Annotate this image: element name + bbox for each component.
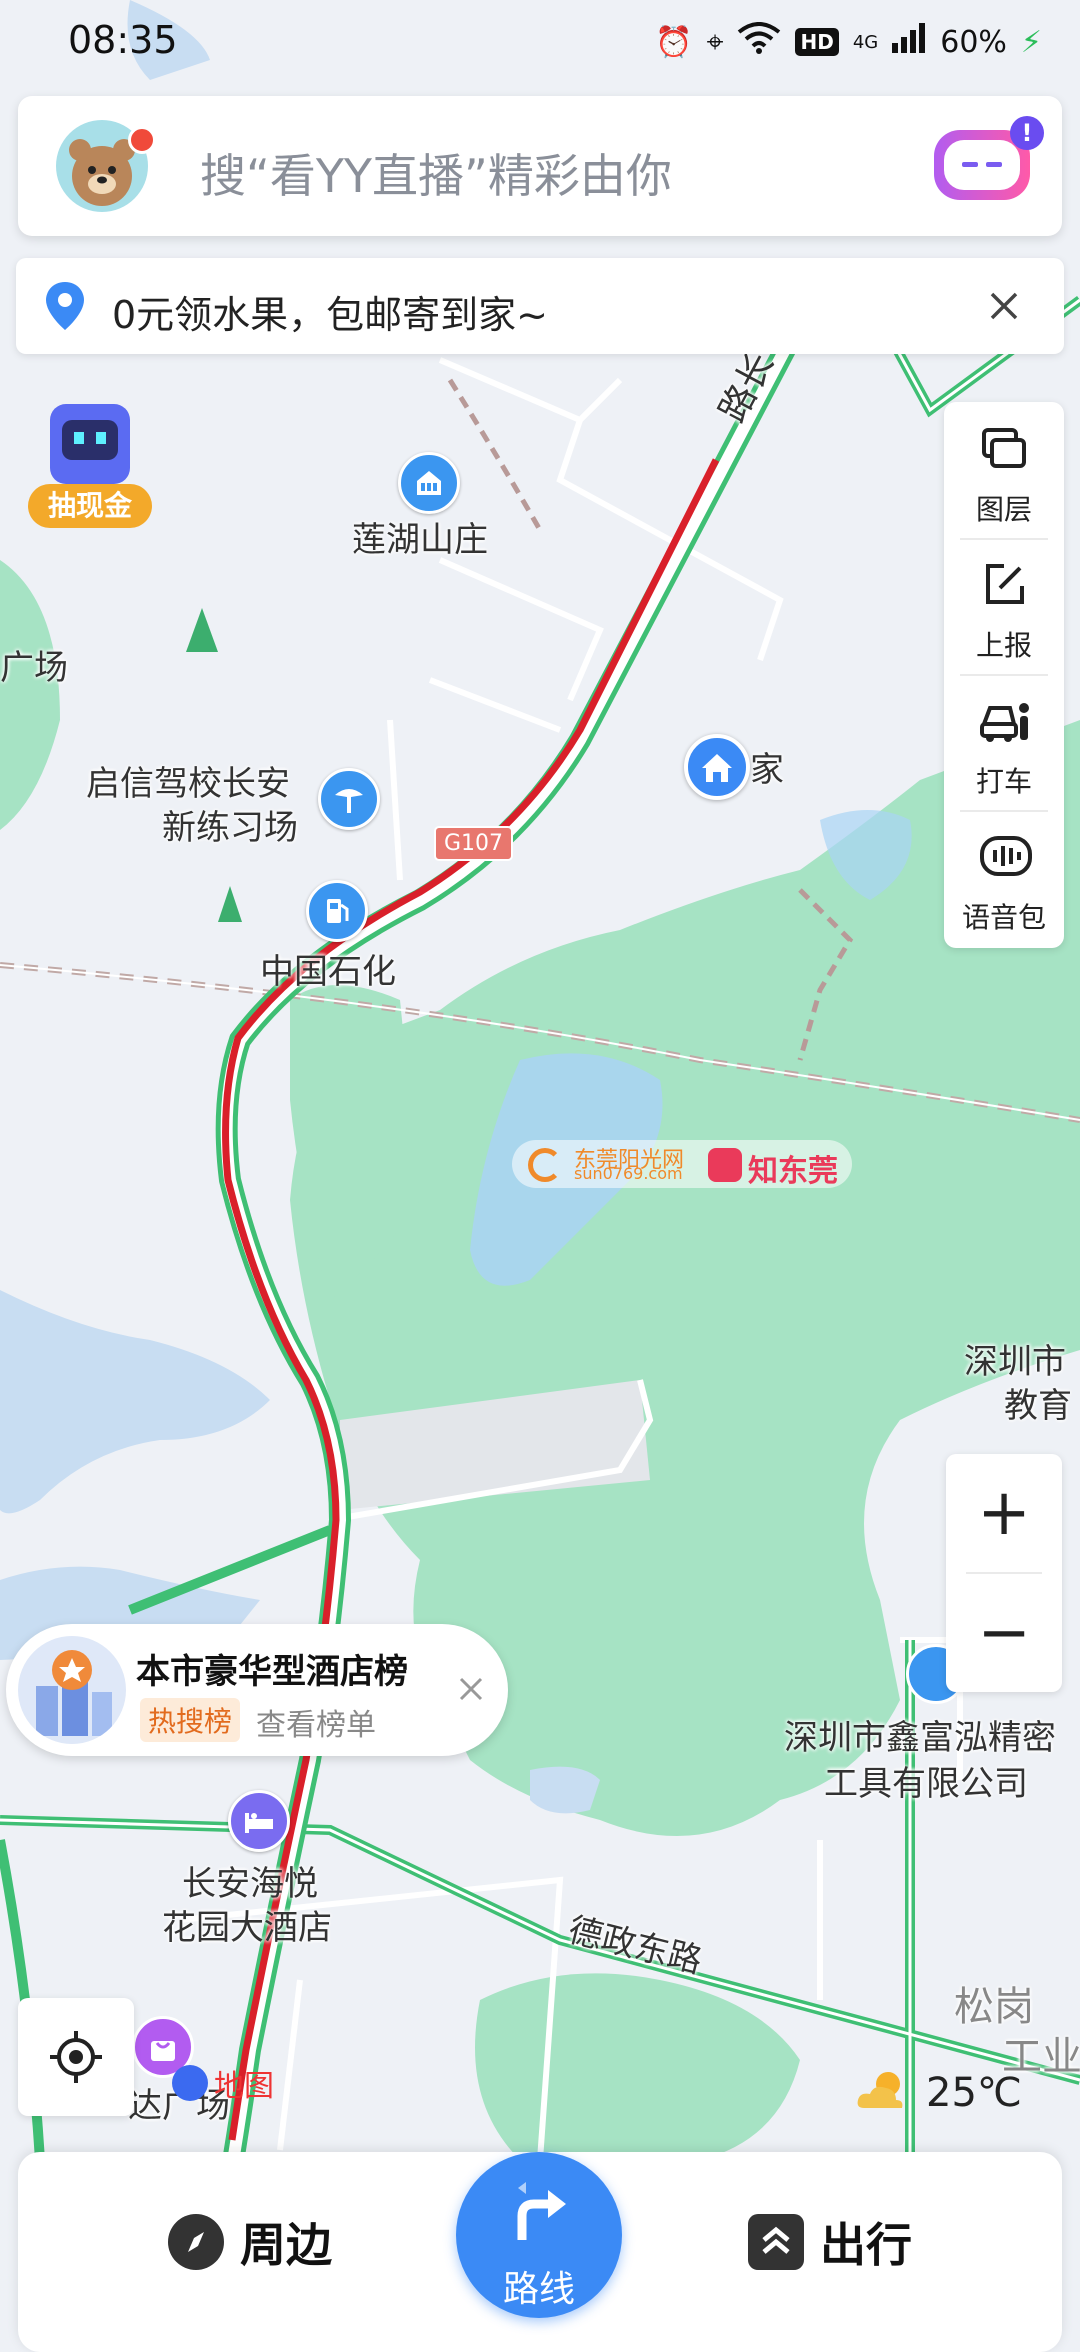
voice-pack-label: 语音包 (961, 901, 1046, 934)
assistant-badge: ! (1010, 116, 1044, 150)
battery-level: 60% (940, 24, 1007, 60)
taxi-button[interactable]: 打车 (944, 674, 1064, 810)
tree-icon (218, 886, 242, 922)
poi-label-driving-school[interactable]: 启信驾校长安 (86, 756, 290, 805)
baidu-logo: 地图 (172, 2060, 274, 2106)
home-icon[interactable] (684, 734, 750, 800)
zoom-control: + − (946, 1454, 1062, 1692)
route-label: 路线 (502, 2269, 575, 2310)
status-bar: 08:35 ⏰ ⌖ HD 4G 60% ⚡ (0, 0, 1080, 84)
compass-icon (168, 2214, 224, 2270)
nearby-button[interactable]: 周边 (168, 2204, 332, 2280)
alarm-icon: ⏰ (655, 24, 693, 60)
status-time: 08:35 (68, 18, 178, 62)
nearby-label: 周边 (240, 2218, 332, 2272)
ranking-badge-icon (18, 1636, 126, 1744)
road-shield-g107: G107 (434, 826, 514, 861)
poi-label-lianhu[interactable]: 莲湖山庄 (352, 512, 488, 561)
weather-temperature: 25℃ (926, 2070, 1022, 2116)
driving-school-icon[interactable] (318, 768, 380, 830)
layers-label: 图层 (975, 493, 1032, 526)
route-arrow-icon (517, 2182, 566, 2240)
building-icon[interactable] (398, 452, 460, 514)
popup-title[interactable]: 本市豪华型酒店榜 (136, 1644, 408, 1693)
taxi-label: 打车 (975, 765, 1032, 798)
route-button[interactable]: 路线 (456, 2152, 622, 2318)
signal-icon (892, 23, 926, 61)
layers-button[interactable]: 图层 (944, 402, 1064, 538)
robot-mascot-icon (50, 404, 130, 484)
search-bar[interactable]: 搜“看YY直播”精彩由你 (18, 96, 1062, 236)
cashback-label[interactable]: 抽现金 (28, 484, 152, 528)
promo-banner[interactable]: 0元领水果，包邮寄到家~ (16, 258, 1064, 354)
locate-icon (50, 2031, 102, 2083)
zoom-in-button[interactable]: + (946, 1454, 1062, 1572)
watermark-url: sun0769.com (574, 1164, 683, 1183)
taxi-icon (980, 703, 1029, 742)
poi-label-xinfuhong-2[interactable]: 工具有限公司 (824, 1756, 1028, 1805)
hd-badge: HD (795, 28, 839, 56)
poi-label-driving-school-2[interactable]: 新练习场 (162, 800, 298, 849)
baidu-paw-icon (172, 2065, 208, 2101)
close-icon[interactable] (984, 286, 1024, 330)
promo-text[interactable]: 0元领水果，包邮寄到家~ (112, 284, 548, 339)
poi-label-shenzhen-edu[interactable]: 深圳市 (964, 1334, 1066, 1383)
poi-label-shenzhen-edu-2[interactable]: 教育 (1004, 1378, 1072, 1427)
poi-label-hotel-2[interactable]: 花园大酒店 (162, 1900, 332, 1949)
hot-list-tag: 热搜榜 (140, 1698, 241, 1742)
close-icon[interactable] (456, 1674, 486, 1708)
wifi-icon (737, 22, 781, 62)
poi-label-square[interactable]: 广场 (0, 640, 68, 689)
watermark-logo-icon (528, 1148, 562, 1182)
travel-label: 出行 (820, 2218, 912, 2272)
report-edit-icon (986, 564, 1024, 604)
travel-button[interactable]: 出行 (748, 2204, 912, 2280)
poi-label-hotel[interactable]: 长安海悦 (182, 1856, 318, 1905)
hotel-icon[interactable] (228, 1790, 290, 1852)
status-icons: ⏰ ⌖ HD 4G 60% ⚡ (655, 20, 1042, 64)
travel-icon (748, 2214, 804, 2270)
network-type: 4G (852, 31, 879, 53)
poi-label-home[interactable]: 家 (750, 742, 784, 791)
gas-station-icon[interactable] (306, 880, 368, 942)
search-placeholder[interactable]: 搜“看YY直播”精彩由你 (200, 140, 672, 206)
baidu-logo-text: 地图 (214, 2069, 274, 2104)
report-label: 上报 (975, 629, 1032, 662)
watermark-brand: 知东莞 (748, 1154, 838, 1189)
location-icon: ⌖ (706, 24, 724, 60)
zoom-out-button[interactable]: − (946, 1574, 1062, 1692)
pin-icon (40, 280, 90, 336)
watermark: 东莞阳光网 sun0769.com 知东莞 (512, 1140, 852, 1189)
poi-label-sinopec[interactable]: 中国石化 (260, 944, 396, 993)
cloudy-sun-icon (854, 2068, 910, 2118)
voice-pack-button[interactable]: 语音包 (944, 810, 1064, 946)
voice-pack-icon (980, 836, 1032, 876)
report-button[interactable]: 上报 (944, 538, 1064, 674)
layers-icon (982, 428, 1026, 468)
locate-me-button[interactable] (18, 1998, 134, 2116)
view-list-link[interactable]: 查看榜单 (256, 1700, 376, 1744)
charging-icon: ⚡ (1020, 24, 1042, 60)
hotel-ranking-popup[interactable]: 本市豪华型酒店榜 热搜榜 查看榜单 (6, 1624, 508, 1756)
notification-dot (128, 126, 156, 154)
tree-icon (186, 608, 218, 652)
map-tools-panel: 图层 上报 打车 语音包 (944, 402, 1064, 948)
poi-label-xinfuhong[interactable]: 深圳市鑫富泓精密 (784, 1710, 1056, 1759)
cashback-widget[interactable]: 抽现金 (28, 404, 152, 530)
watermark-brand-icon (708, 1148, 742, 1182)
